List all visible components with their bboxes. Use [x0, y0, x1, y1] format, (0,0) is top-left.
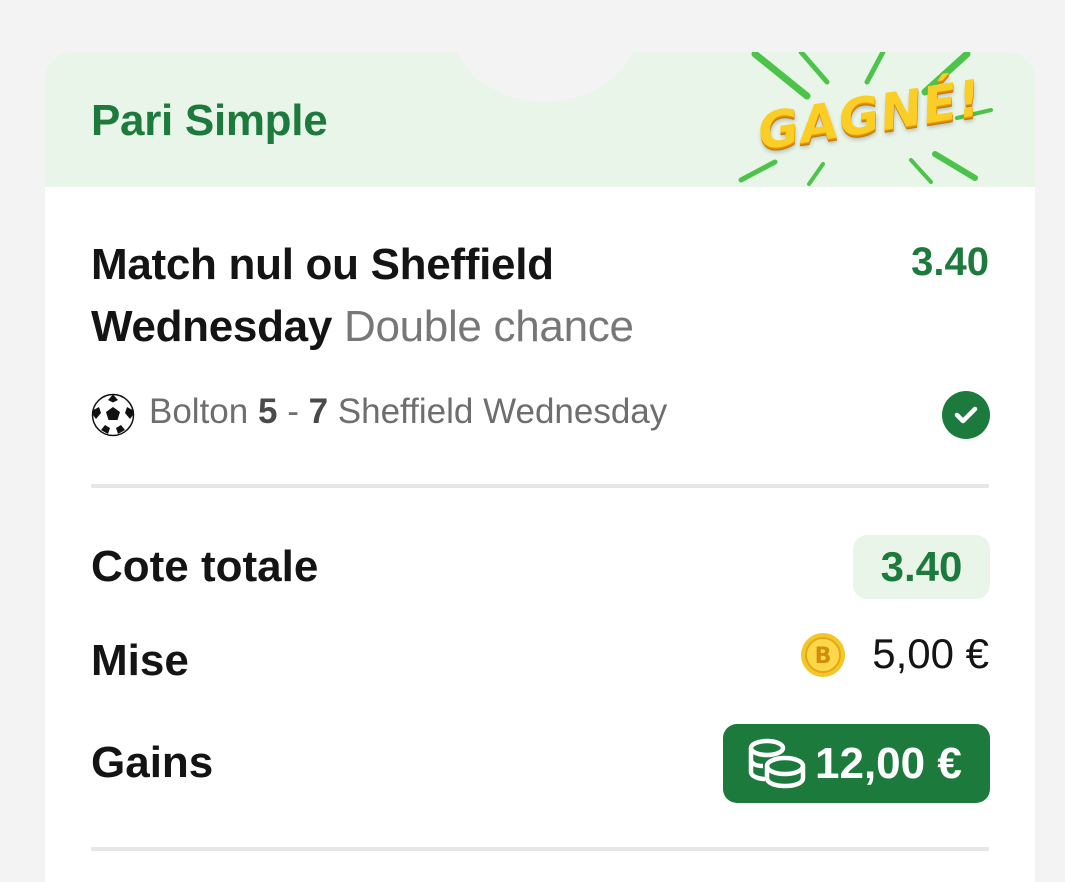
stake-amount: 5,00 € [872, 630, 989, 677]
coins-stack-icon [748, 738, 806, 789]
away-score: 7 [308, 392, 329, 431]
section-divider-bottom [91, 847, 989, 851]
event-row: Bolton 5 - 7 Sheffield Wednesday [91, 390, 991, 440]
away-team: Sheffield Wednesday [337, 392, 668, 431]
section-divider [91, 484, 989, 488]
winnings-label: Gains [91, 738, 214, 787]
won-badge: GAGNÉ! [735, 52, 995, 187]
ticket-notch [450, 52, 640, 102]
total-odds-label: Cote totale [91, 542, 319, 591]
check-circle-icon [942, 391, 990, 439]
selection-odds: 3.40 [911, 240, 989, 284]
bet-type-title: Pari Simple [91, 96, 328, 145]
winnings-badge: 12,00 € [723, 724, 990, 803]
score-separator: - [287, 392, 299, 431]
total-odds-badge: 3.40 [853, 535, 990, 599]
svg-text:B: B [815, 644, 832, 669]
event-score-line: Bolton 5 - 7 Sheffield Wednesday [149, 392, 667, 432]
bonus-coin-icon: B [801, 633, 845, 677]
market-name: Double chance [343, 302, 634, 351]
bet-card: Pari Simple GAGNÉ! Match nul ou Sheffiel… [45, 52, 1035, 882]
bet-card-header: Pari Simple GAGNÉ! [45, 52, 1035, 187]
selection-title: Match nul ou Sheffield Wednesday Double … [91, 234, 651, 358]
home-score: 5 [257, 392, 278, 431]
winnings-amount: 12,00 € [815, 739, 962, 788]
stake-label: Mise [91, 636, 189, 685]
home-team: Bolton [149, 392, 249, 431]
soccer-ball-icon [91, 393, 135, 437]
